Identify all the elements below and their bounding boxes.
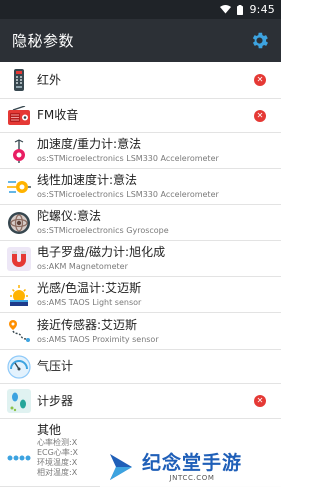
sensor-subtitle: os:AMS TAOS Light sensor [37, 298, 142, 307]
sensor-title: 线性加速度计:意法 [37, 173, 138, 187]
battery-icon [237, 4, 244, 15]
sensor-row-light-sensor[interactable]: 光感/色温计:艾迈斯 os:AMS TAOS Light sensor [0, 277, 281, 313]
watermark-logo-icon [106, 452, 136, 482]
magnet-icon [6, 246, 32, 272]
sensor-subtitle: os:AKM Magnetometer [37, 262, 128, 271]
unavailable-icon: ✕ [254, 109, 266, 122]
sensor-row-accelerometer[interactable]: 加速度/重力计:意法 os:STMicroelectronics LSM330 … [0, 133, 281, 169]
gear-icon[interactable] [247, 29, 271, 53]
sensor-title: 计步器 [37, 393, 74, 408]
gyroscope-icon [6, 210, 32, 236]
watermark-name: 纪念堂手游 [142, 451, 243, 474]
sensor-row-infrared[interactable]: 红外 ✕ [0, 62, 281, 99]
status-bar: 9:45 [0, 0, 281, 19]
sensor-row-linear-acceleration[interactable]: 线性加速度计:意法 os:STMicroelectronics LSM330 A… [0, 169, 281, 205]
sensor-row-pedometer[interactable]: 计步器 ✕ [0, 384, 281, 419]
sensor-title: 加速度/重力计:意法 [37, 137, 142, 151]
unavailable-icon: ✕ [254, 74, 266, 86]
wifi-icon [220, 5, 232, 14]
sensor-title: FM收音 [37, 108, 79, 122]
app-bar: 隐秘参数 [0, 19, 281, 62]
sensor-title: 电子罗盘/磁力计:旭化成 [37, 245, 166, 259]
sensor-row-barometer[interactable]: 气压计 [0, 350, 281, 384]
status-time: 9:45 [249, 3, 275, 16]
sensor-subtitle: os:STMicroelectronics LSM330 Acceleromet… [37, 154, 219, 163]
sensor-title: 陀螺仪:意法 [37, 209, 102, 223]
light-sensor-icon [6, 282, 32, 308]
sensor-subtitle: os:STMicroelectronics Gyroscope [37, 226, 169, 235]
unavailable-icon: ✕ [254, 395, 266, 407]
more-dots-icon [6, 445, 32, 471]
pedometer-icon [6, 388, 32, 414]
sensor-row-magnetometer[interactable]: 电子罗盘/磁力计:旭化成 os:AKM Magnetometer [0, 241, 281, 277]
radio-icon [6, 103, 32, 129]
barometer-icon [6, 354, 32, 380]
watermark-url: JNTCC.COM [169, 473, 215, 482]
sensor-title: 接近传感器:艾迈斯 [37, 317, 138, 332]
linear-acceleration-icon [6, 174, 32, 200]
sensor-title: 气压计 [37, 359, 74, 373]
sensor-row-fm-radio[interactable]: FM收音 ✕ [0, 99, 281, 133]
accelerometer-icon [6, 138, 32, 164]
sensor-row-gyroscope[interactable]: 陀螺仪:意法 os:STMicroelectronics Gyroscope [0, 205, 281, 241]
remote-control-icon [6, 67, 32, 93]
sensor-subtitle: os:AMS TAOS Proximity sensor [37, 334, 159, 344]
sensor-row-proximity[interactable]: 接近传感器:艾迈斯 os:AMS TAOS Proximity sensor [0, 313, 281, 350]
watermark: 纪念堂手游 JNTCC.COM [100, 433, 281, 500]
sensor-list: 红外 ✕ FM收音 ✕ 加速度/重力计:意法 os:STMicroelectro… [0, 62, 281, 487]
sensor-subtitle: os:STMicroelectronics LSM330 Acceleromet… [37, 190, 219, 199]
page-title: 隐秘参数 [12, 32, 75, 50]
sensor-title: 光感/色温计:艾迈斯 [37, 281, 142, 295]
sensor-title: 红外 [37, 72, 62, 87]
proximity-icon [6, 318, 32, 344]
